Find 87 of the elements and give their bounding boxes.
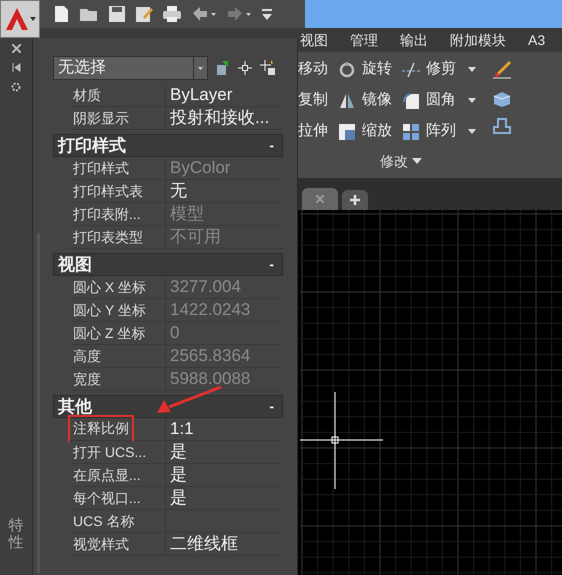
array-icon [402,122,420,140]
offset-icon[interactable] [492,116,512,136]
customize-toolbar-icon[interactable] [261,7,273,21]
undo-icon[interactable] [191,6,217,22]
property-label: 打印样式表 [73,182,143,200]
property-value[interactable]: 是 [170,439,187,465]
caret-icon[interactable] [412,158,422,164]
collapse-toggle[interactable]: - [269,396,278,417]
pin-icon[interactable] [12,63,20,72]
property-row[interactable]: 阴影显示 投射和接收... [69,107,283,130]
palette-title: 特性 [8,518,24,551]
section-header[interactable]: 打印样式 - [53,134,283,157]
property-value[interactable]: 是 [170,485,187,511]
tool-button[interactable]: 修剪 [402,58,476,81]
property-label: 打开 UCS... [73,443,146,461]
property-label: 视觉样式 [73,535,129,553]
property-label: 打印表类型 [73,228,143,246]
brush-icon[interactable] [492,60,512,80]
caret-icon[interactable] [468,129,476,134]
property-label: 打印样式 [73,159,129,177]
tool-button[interactable]: 移动 [298,58,328,81]
panel-title[interactable]: 修改 [380,150,408,172]
selection-dropdown[interactable]: 无选择 [53,56,208,80]
gear-icon[interactable] [11,82,21,92]
scale-icon [338,122,356,140]
fillet-icon [402,92,420,110]
new-file-icon[interactable] [52,5,70,23]
property-row[interactable]: 材质 ByLayer [69,84,283,107]
section-header[interactable]: 其他 - [53,395,283,418]
property-label: 注释比例 [73,420,129,436]
tool-button[interactable]: 旋转 [338,58,392,81]
edit-document-icon[interactable] [135,5,153,23]
property-value[interactable]: 投射和接收... [170,105,270,131]
property-label: 阴影显示 [73,109,129,127]
printer-icon[interactable] [162,5,182,23]
property-value[interactable]: 无 [170,178,187,204]
logo-icon [4,7,28,31]
property-value[interactable]: 是 [170,462,187,488]
property-row[interactable]: 在原点显... 是 [69,464,283,487]
collapse-toggle[interactable]: - [269,254,278,275]
property-row[interactable]: UCS 名称 [69,510,283,533]
tool-button[interactable]: 缩放 [338,120,392,143]
ribbon-tab[interactable]: A3 [528,30,546,50]
tool-button[interactable]: 镜像 [338,89,392,112]
property-row[interactable]: 视觉样式 二维线框 [69,533,283,556]
section-header[interactable]: 视图 - [53,253,283,276]
property-value[interactable]: 1:1 [170,416,194,442]
property-label: 在原点显... [73,466,141,484]
caret-icon[interactable] [468,67,476,72]
property-label: 每个视口... [73,489,141,507]
tool-button[interactable]: 复制 [298,89,328,112]
caret-icon[interactable] [468,98,476,103]
tool-button[interactable]: 拉伸 [298,120,328,143]
tool-button[interactable]: 圆角 [402,89,476,112]
plus-icon [350,195,360,205]
property-row[interactable]: 注释比例 1:1 [69,418,283,441]
property-label: UCS 名称 [73,512,134,530]
property-row[interactable]: 打开 UCS... 是 [69,441,283,464]
close-icon[interactable] [12,44,20,53]
annotation-arrow [155,385,223,415]
ribbon-tab[interactable]: 管理 [350,30,378,50]
ribbon-tab[interactable]: 视图 [300,30,328,50]
tool-button[interactable]: 阵列 [402,120,476,143]
property-value[interactable]: 二维线框 [170,531,238,557]
toggle-pickadd-icon[interactable] [216,60,230,76]
property-label: 高度 [73,347,101,365]
application-menu-button[interactable] [0,0,40,38]
select-objects-icon[interactable] [238,61,252,75]
save-icon[interactable] [108,5,126,23]
property-value[interactable]: ByLayer [170,82,232,108]
collapse-toggle[interactable]: - [269,135,278,156]
quick-select-icon[interactable] [260,60,276,76]
property-label: 圆心 Y 坐标 [73,301,146,319]
property-label: 材质 [73,86,101,104]
property-row[interactable]: 每个视口... 是 [69,487,283,510]
property-row[interactable]: 打印样式表 无 [69,180,283,203]
property-label: 圆心 X 坐标 [73,278,146,296]
property-label: 打印表附... [73,205,141,223]
trim-icon [402,60,420,78]
property-label: 圆心 Z 坐标 [73,324,146,342]
new-tab-button[interactable] [342,190,368,210]
property-label: 宽度 [73,370,101,388]
ribbon-tab[interactable]: 输出 [400,30,428,50]
rotate-icon [338,60,356,78]
ribbon-tab[interactable]: 附加模块 [450,30,506,50]
mirror-icon [338,92,356,110]
caret-icon [30,17,36,21]
